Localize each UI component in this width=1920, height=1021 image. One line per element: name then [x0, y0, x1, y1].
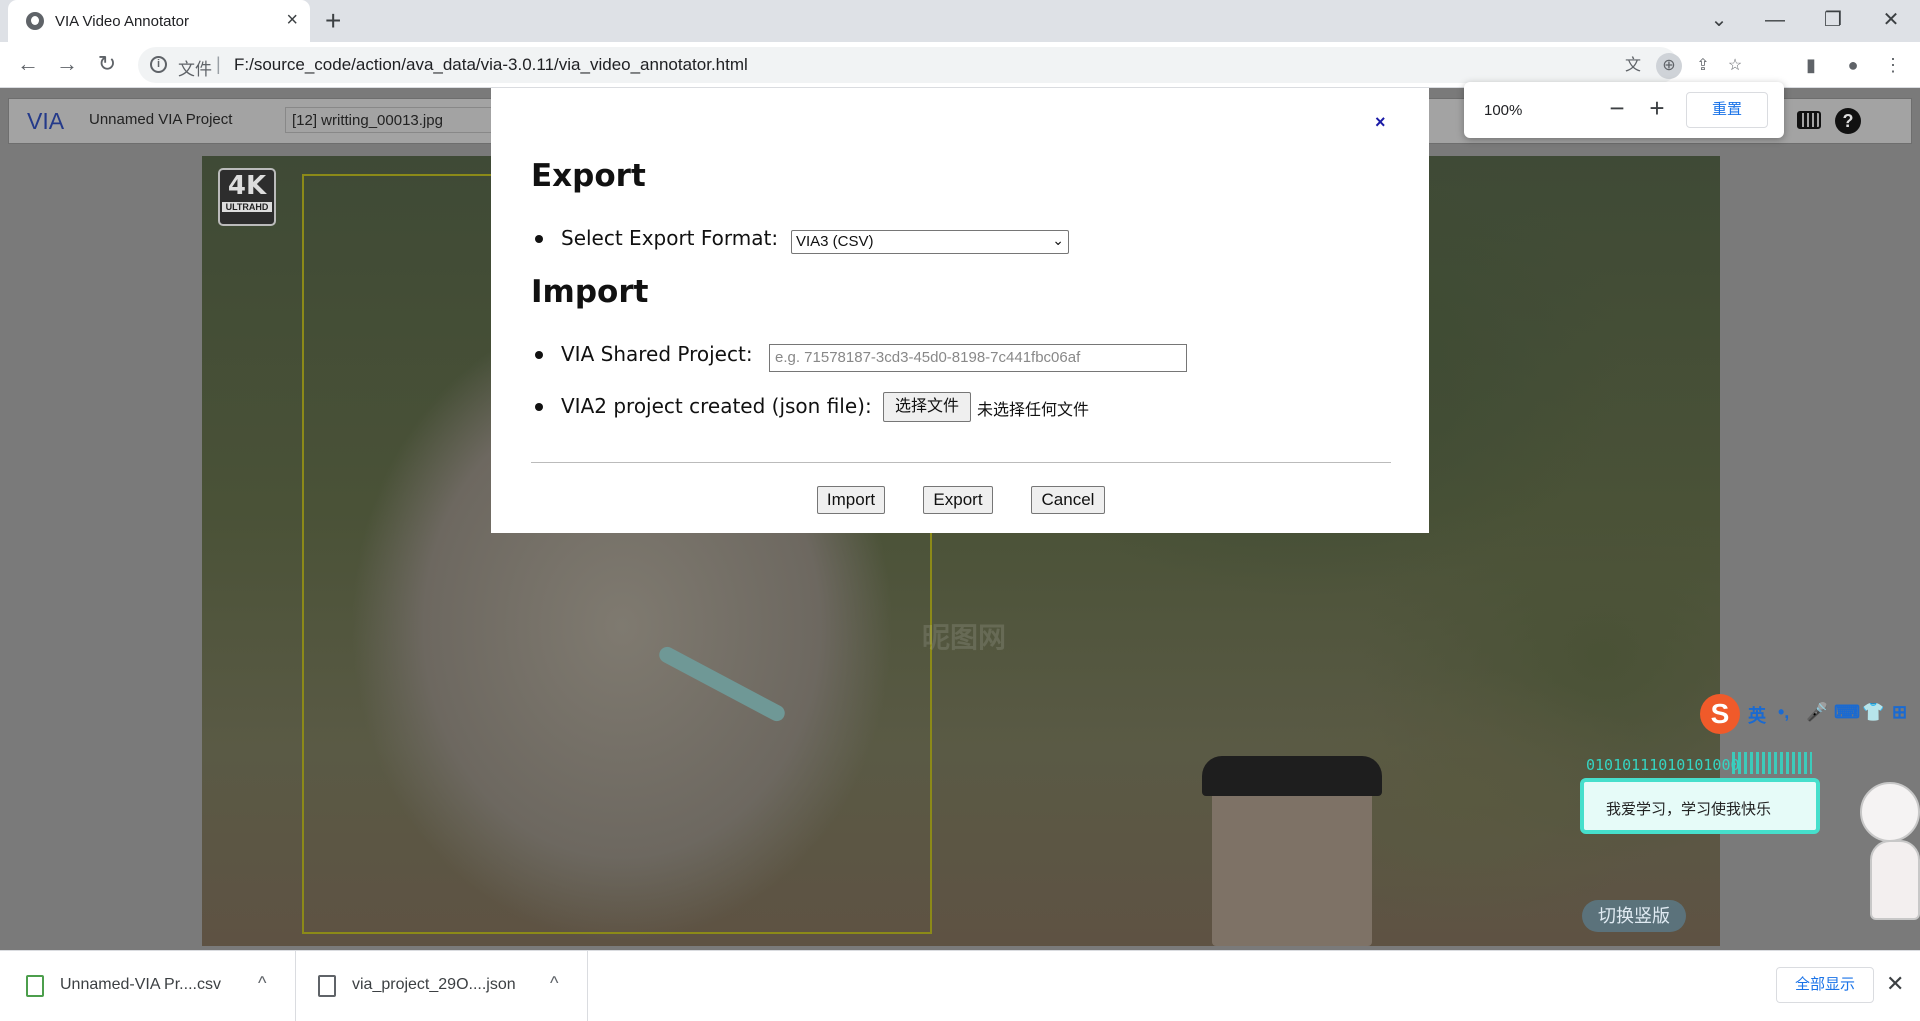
project-name-field[interactable]: Unnamed VIA Project [83, 107, 273, 133]
file-selector[interactable]: [12] writting_00013.jpg [285, 107, 495, 133]
choose-file-button[interactable]: 选择文件 [883, 392, 971, 422]
shared-project-label: VIA Shared Project: [561, 342, 753, 366]
mascot-head [1860, 782, 1920, 842]
switch-layout-button[interactable]: 切换竖版 [1582, 900, 1686, 932]
globe-icon [26, 12, 44, 30]
side-panel-icon[interactable]: ▮ [1798, 52, 1824, 78]
zoom-level: 100% [1484, 102, 1523, 119]
json-file-icon [318, 975, 336, 997]
download-filename: via_project_29O....json [352, 976, 516, 993]
shared-project-input[interactable]: e.g. 71578187-3cd3-45d0-8198-7c441fbc06a… [769, 344, 1187, 372]
chevron-up-icon[interactable]: ^ [258, 973, 266, 994]
ime-sound-bars [1732, 752, 1812, 774]
close-window-button[interactable]: ✕ [1876, 6, 1906, 34]
shared-project-row: VIA Shared Project: [535, 342, 753, 366]
skin-icon[interactable]: 👕 [1862, 702, 1884, 723]
import-button[interactable]: Import [817, 486, 885, 514]
via2-project-label: VIA2 project created (json file): [561, 394, 872, 418]
zoom-in-button[interactable]: + [1642, 94, 1672, 122]
download-shelf: Unnamed-VIA Pr....csv ^ via_project_29O.… [0, 950, 1920, 1021]
export-heading: Export [531, 158, 646, 194]
tab-title: VIA Video Annotator [55, 13, 189, 30]
export-format-value: VIA3 (CSV) [796, 233, 874, 250]
tab-strip: VIA Video Annotator × + ⌄ — ❐ ✕ [0, 0, 1920, 42]
close-tab-button[interactable]: × [286, 8, 298, 32]
ime-message-bubble: 我爱学习，学习使我快乐 [1580, 778, 1820, 834]
ime-logo[interactable]: S [1700, 694, 1740, 734]
chevron-up-icon[interactable]: ^ [550, 973, 558, 994]
url-text[interactable]: F:/source_code/action/ava_data/via-3.0.1… [234, 55, 748, 75]
export-format-select[interactable]: VIA3 (CSV) ⌄ [791, 230, 1069, 254]
mascot-body [1870, 840, 1920, 920]
zoom-out-button[interactable]: − [1602, 94, 1632, 122]
reload-icon[interactable]: ↻ [93, 50, 121, 78]
watermark: 昵图网 [922, 622, 1007, 653]
zoom-popup: 100% − + 重置 [1464, 82, 1784, 138]
4k-badge-text: 4K [227, 171, 267, 201]
ime-code-text: 01010111010101000 [1586, 756, 1740, 774]
divider [531, 462, 1391, 463]
import-export-dialog: × Export Select Export Format: VIA3 (CSV… [491, 88, 1429, 533]
via2-project-row: VIA2 project created (json file): [535, 394, 872, 418]
mascot-character[interactable] [1840, 770, 1920, 930]
menu-icon[interactable]: ⋮ [1880, 52, 1906, 78]
restore-button[interactable]: ❐ [1818, 6, 1848, 34]
via-logo[interactable]: VIA [27, 108, 64, 135]
new-tab-button[interactable]: + [325, 5, 341, 37]
microphone-icon[interactable]: 🎤 [1806, 702, 1828, 723]
address-bar[interactable]: i 文件 | F:/source_code/action/ava_data/vi… [138, 47, 1742, 83]
cancel-button[interactable]: Cancel [1031, 486, 1105, 514]
cup-shape [1212, 776, 1372, 946]
ime-message-text: 我爱学习，学习使我快乐 [1606, 801, 1772, 818]
import-heading: Import [531, 274, 649, 310]
grid-icon[interactable]: ⊞ [1892, 702, 1907, 723]
scheme-label: 文件 [178, 60, 212, 79]
export-format-label: Select Export Format: [561, 226, 779, 250]
browser-tab[interactable]: VIA Video Annotator × [8, 0, 310, 42]
forward-icon[interactable]: → [53, 50, 81, 78]
chevron-down-icon: ⌄ [1052, 232, 1064, 248]
download-item[interactable]: via_project_29O....json ^ [296, 951, 588, 1021]
show-all-downloads-button[interactable]: 全部显示 [1776, 967, 1874, 1003]
export-format-row: Select Export Format: [535, 226, 779, 250]
file-status: 未选择任何文件 [977, 402, 1090, 419]
bullet [535, 235, 543, 243]
translate-icon[interactable]: 文 [1620, 53, 1646, 79]
zoom-icon[interactable]: ⊕ [1656, 53, 1682, 79]
close-shelf-button[interactable]: ✕ [1886, 971, 1904, 997]
bullet [535, 351, 543, 359]
profile-icon[interactable]: ● [1840, 52, 1866, 78]
bookmark-star-icon[interactable]: ☆ [1722, 53, 1748, 79]
keyboard-shortcuts-icon[interactable] [1797, 111, 1821, 129]
ime-toolbar: S 英 •, 🎤 ⌨ 👕 ⊞ [1700, 694, 1920, 736]
back-icon[interactable]: ← [14, 50, 42, 78]
bullet [535, 403, 543, 411]
download-filename: Unnamed-VIA Pr....csv [60, 976, 221, 993]
cup-lid-shape [1202, 756, 1382, 796]
zoom-reset-button[interactable]: 重置 [1686, 92, 1768, 128]
dialog-close-button[interactable]: × [1375, 112, 1386, 133]
minimize-button[interactable]: — [1760, 6, 1790, 34]
help-icon[interactable]: ? [1835, 108, 1861, 134]
ime-language-toggle[interactable]: 英 [1748, 702, 1766, 728]
export-button[interactable]: Export [923, 486, 993, 514]
4k-badge: 4K ULTRAHD [218, 168, 276, 226]
keyboard-icon[interactable]: ⌨ [1834, 702, 1860, 723]
tab-search-button[interactable]: ⌄ [1704, 6, 1734, 34]
download-item[interactable]: Unnamed-VIA Pr....csv ^ [0, 951, 296, 1021]
4k-badge-subtext: ULTRAHD [222, 202, 272, 212]
scheme-separator: | [216, 54, 221, 74]
share-icon[interactable]: ⇪ [1690, 53, 1716, 79]
site-info-icon[interactable]: i [150, 56, 167, 73]
csv-file-icon [26, 975, 44, 997]
ime-punctuation-toggle[interactable]: •, [1778, 702, 1789, 723]
